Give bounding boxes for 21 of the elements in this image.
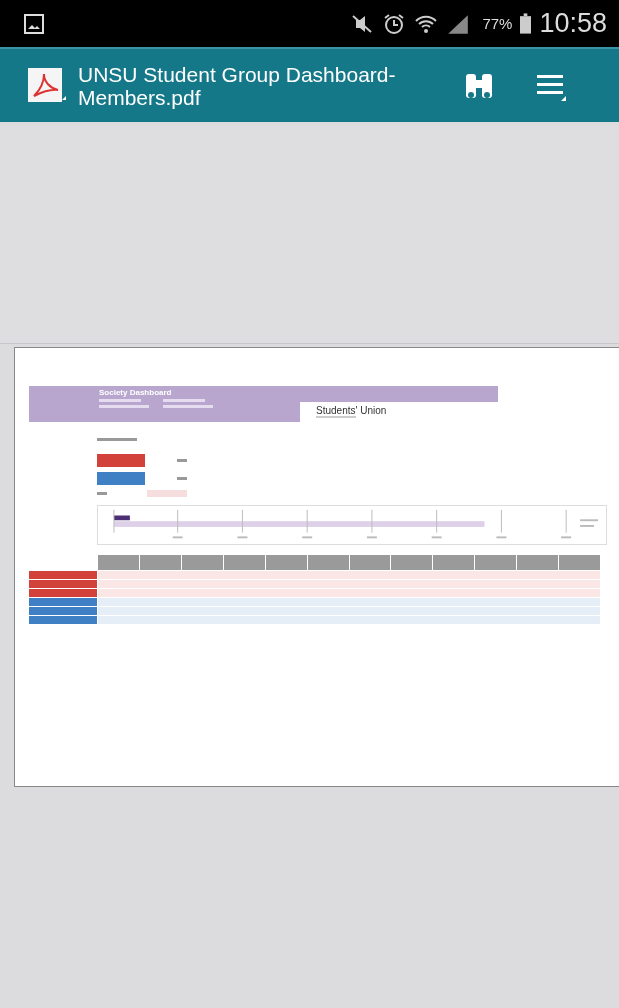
column-header [139, 555, 181, 570]
organisation-name: Students' Union [316, 405, 388, 416]
battery-percentage: 77% [482, 15, 513, 32]
clock-time: 10:58 [539, 8, 607, 39]
image-icon [24, 13, 44, 34]
chart-legend [580, 519, 599, 527]
column-header [349, 555, 391, 570]
column-header [181, 555, 223, 570]
dashboard-title: Society Dashboard [99, 388, 173, 397]
column-header [223, 555, 265, 570]
document-title: UNSU Student Group Dashboard-Members.pdf [78, 62, 397, 109]
column-header [307, 555, 349, 570]
column-header [98, 555, 139, 570]
column-header [475, 555, 517, 570]
balance-field [147, 490, 187, 497]
column-header [433, 555, 475, 570]
column-header [517, 555, 559, 570]
battery-icon [520, 13, 532, 34]
column-header [265, 555, 307, 570]
column-header [559, 555, 601, 570]
column-header [391, 555, 433, 570]
